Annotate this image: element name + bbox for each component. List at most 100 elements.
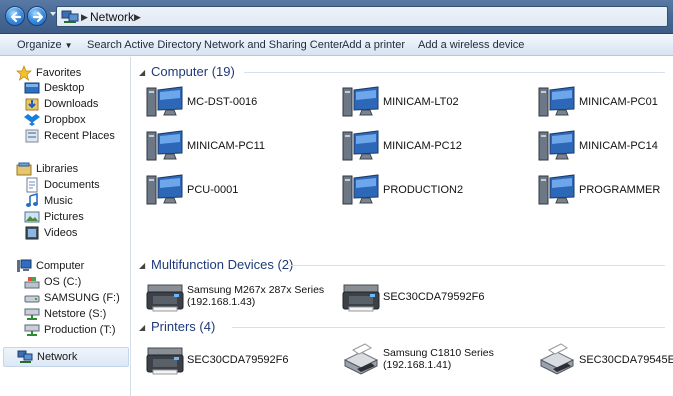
group-divider (288, 265, 665, 266)
device-computer[interactable]: MINICAM-PC01 (537, 84, 673, 120)
sidebar-label: Desktop (44, 82, 85, 94)
device-name: SEC30CDA79592F6 (187, 354, 289, 366)
address-field[interactable]: ▶ Network ▶ (56, 6, 668, 27)
device-name: PROGRAMMER (579, 184, 661, 196)
sidebar-label: Production (T:) (44, 324, 116, 336)
add-wireless-device-button[interactable]: Add a wireless device (418, 39, 524, 51)
videos-icon (25, 226, 39, 240)
breadcrumb-arrow-icon[interactable]: ▶ (81, 12, 88, 23)
device-computer[interactable]: MINICAM-PC14 (537, 128, 673, 164)
sidebar-label: Network (37, 351, 78, 363)
device-mfd-1[interactable]: Samsung M267x 287x Series (192.168.1.43) (145, 279, 335, 315)
sidebar-label: Music (44, 195, 73, 207)
sidebar-item-network[interactable]: Network (3, 347, 129, 367)
network-icon (17, 350, 33, 363)
network-sharing-center-button[interactable]: Network and Sharing Center (204, 39, 343, 51)
device-name: Samsung M267x 287x Series (187, 284, 325, 296)
device-name: SEC30CDA79592F6 (383, 291, 485, 303)
sidebar-label: Recent Places (44, 130, 115, 142)
add-printer-button[interactable]: Add a printer (342, 39, 405, 51)
chevron-down-icon: ▼ (64, 41, 73, 50)
breadcrumb-arrow-icon[interactable]: ▶ (134, 12, 141, 23)
device-name: MINICAM-PC12 (383, 140, 462, 152)
desktop-icon (24, 82, 40, 94)
device-name: PRODUCTION2 (383, 184, 464, 196)
sidebar-label: Computer (36, 260, 85, 272)
address-bar-region: ▶ Network ▶ (0, 0, 673, 34)
navigation-pane: Favorites Desktop Downloads Dropbox Rece… (0, 57, 131, 396)
dropbox-icon (24, 114, 40, 126)
computer-icon (146, 174, 183, 205)
group-divider (244, 72, 665, 73)
star-icon (16, 65, 32, 81)
group-header-printers[interactable]: ◢ Printers (4) (136, 319, 669, 335)
command-bar: Organize ▼ Search Active Directory Networ… (0, 34, 673, 56)
device-printer-1[interactable]: SEC30CDA79592F6 (145, 342, 335, 378)
items-view: ◢ Computer (19) MC-DST-0016 MINICAM-LT02 M… (132, 57, 673, 396)
sidebar-label: Netstore (S:) (44, 308, 107, 320)
collapse-triangle-icon[interactable]: ◢ (139, 323, 145, 332)
multifunction-printer-icon (146, 347, 184, 375)
sidebar-label: Documents (44, 179, 100, 191)
organize-label: Organize (17, 39, 62, 51)
device-computer[interactable]: MINICAM-PC12 (341, 128, 531, 164)
device-mfd-2[interactable]: SEC30CDA79592F6 (341, 279, 531, 315)
device-computer[interactable]: MINICAM-PC11 (145, 128, 335, 164)
sidebar-label: Pictures (44, 211, 84, 223)
device-printer-3[interactable]: SEC30CDA79545E6 (537, 342, 673, 378)
sidebar-label: Downloads (44, 98, 99, 110)
network-drive-icon (24, 324, 40, 336)
device-name: PCU-0001 (187, 184, 239, 196)
device-computer[interactable]: PROGRAMMER (537, 172, 673, 208)
sidebar-label: Dropbox (44, 114, 86, 126)
breadcrumb-network[interactable]: Network (90, 10, 134, 24)
device-name: Samsung C1810 Series (383, 347, 494, 359)
group-title: Computer (19) (151, 64, 235, 79)
search-active-directory-button[interactable]: Search Active Directory (87, 39, 201, 51)
device-computer[interactable]: PRODUCTION2 (341, 172, 531, 208)
group-header-multifunction[interactable]: ◢ Multifunction Devices (2) (136, 257, 669, 273)
organize-button[interactable]: Organize ▼ (17, 39, 73, 51)
computer-icon (342, 86, 379, 117)
sidebar-label: Videos (44, 227, 78, 239)
device-computer[interactable]: MINICAM-LT02 (341, 84, 531, 120)
sidebar-label: Libraries (36, 163, 79, 175)
group-title: Printers (4) (151, 319, 216, 334)
computer-icon (146, 130, 183, 161)
computer-icon (17, 259, 32, 272)
recent-places-icon (25, 129, 39, 143)
arrow-left-icon (10, 11, 22, 23)
device-ip: (192.168.1.43) (187, 296, 256, 308)
computer-icon (342, 174, 379, 205)
sidebar-label: SAMSUNG (F:) (44, 292, 120, 304)
device-name: MINICAM-PC01 (579, 96, 658, 108)
collapse-triangle-icon[interactable]: ◢ (139, 68, 145, 77)
removable-drive-icon (24, 295, 40, 303)
group-divider (232, 327, 665, 328)
device-name: MINICAM-PC11 (187, 140, 266, 152)
group-header-computer[interactable]: ◢ Computer (19) (136, 64, 669, 80)
device-computer[interactable]: MC-DST-0016 (145, 84, 335, 120)
printer-icon (539, 343, 575, 375)
documents-icon (26, 177, 38, 193)
hard-drive-icon (24, 277, 40, 289)
computer-icon (146, 86, 183, 117)
sidebar-label: Favorites (36, 67, 82, 79)
device-printer-2[interactable]: Samsung C1810 Series (192.168.1.41) (341, 342, 531, 378)
device-computer[interactable]: PCU-0001 (145, 172, 335, 208)
network-icon (61, 10, 79, 23)
device-name: MINICAM-LT02 (383, 96, 459, 108)
music-icon (26, 193, 38, 207)
network-drive-icon (24, 308, 40, 320)
printer-icon (343, 343, 379, 375)
pictures-icon (24, 211, 40, 223)
arrow-right-icon (32, 11, 44, 23)
back-button[interactable] (5, 6, 25, 26)
device-label: Samsung M267x 287x Series (192.168.1.43) (187, 284, 324, 308)
multifunction-printer-icon (342, 284, 380, 312)
sidebar-label: OS (C:) (44, 276, 82, 288)
multifunction-printer-icon (146, 284, 184, 312)
forward-button[interactable] (27, 6, 47, 26)
collapse-triangle-icon[interactable]: ◢ (139, 261, 145, 270)
computer-icon (342, 130, 379, 161)
